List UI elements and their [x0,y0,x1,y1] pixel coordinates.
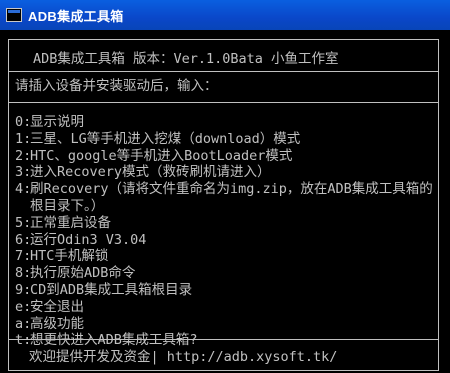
menu-label: 进入Recovery模式（救砖刷机请进入） [30,164,271,181]
console-area[interactable]: ADB集成工具箱 版本：Ver.1.0Bata 小鱼工作室 请插入设备并安装驱动… [0,30,450,373]
divider-bottom [9,339,438,340]
divider-prompt [9,102,438,103]
footer-text: 欢迎提供开发及资金| http://adb.xysoft.tk/ [29,349,338,365]
menu-key: 5: [15,214,32,231]
menu-item-e: e: 安全退出 [15,299,435,316]
menu-key: 4: [15,181,32,198]
menu-item-5: 5: 正常重启设备 [15,215,435,232]
menu-label: 想更快进入ADB集成工具箱? [30,332,198,349]
menu-label: 三星、LG等手机进入挖煤（download）模式 [30,130,301,147]
menu-label: 刷Recovery（请将文件重命名为img.zip，放在ADB集成工具箱的根目录… [30,181,433,214]
header-title: ADB集成工具箱 版本：Ver.1.0Bata 小鱼工作室 [33,51,339,67]
menu-label: 正常重启设备 [30,214,111,231]
menu-item-a: a: 高级功能 [15,316,435,333]
menu-key: e: [15,298,32,315]
window-titlebar[interactable]: ADB集成工具箱 [0,0,450,30]
menu-label: CD到ADB集成工具箱根目录 [30,281,193,298]
menu-key: a: [15,315,32,332]
menu-label: 执行原始ADB命令 [30,265,136,282]
menu-key: 3: [15,164,32,181]
menu-item-2: 2: HTC、google等手机进入BootLoader模式 [15,148,435,165]
menu-label: HTC手机解锁 [30,248,109,265]
divider-top [9,71,438,72]
menu-label: 运行Odin3 V3.04 [30,231,147,248]
menu-key: 1: [15,130,32,147]
menu-key: t: [15,332,32,349]
menu-label: HTC、google等手机进入BootLoader模式 [30,147,293,164]
window-title: ADB集成工具箱 [28,8,124,24]
menu-item-4: 4: 刷Recovery（请将文件重命名为img.zip，放在ADB集成工具箱的… [15,181,435,215]
menu-label: 高级功能 [30,315,84,332]
menu-key: 6: [15,231,32,248]
menu-item-8: 8: 执行原始ADB命令 [15,265,435,282]
menu-key: 0: [15,114,32,130]
menu-key: 9: [15,281,32,298]
menu-item-3: 3: 进入Recovery模式（救砖刷机请进入） [15,164,435,181]
menu-item-6: 6: 运行Odin3 V3.04 [15,232,435,249]
menu-frame: ADB集成工具箱 版本：Ver.1.0Bata 小鱼工作室 请插入设备并安装驱动… [8,39,439,371]
menu-item-1: 1: 三星、LG等手机进入挖煤（download）模式 [15,131,435,148]
menu-label: 安全退出 [30,298,84,315]
menu-item-7: 7: HTC手机解锁 [15,248,435,265]
menu-key: 2: [15,147,32,164]
menu-key: 8: [15,265,32,282]
menu-list: 0: 显示说明 1: 三星、LG等手机进入挖煤（download）模式 2: H… [15,114,435,349]
input-prompt: 请插入设备并安装驱动后，输入： [15,78,218,94]
menu-item-t: t: 想更快进入ADB集成工具箱? [15,332,435,349]
menu-item-9: 9: CD到ADB集成工具箱根目录 [15,282,435,299]
menu-label: 显示说明 [30,114,84,130]
menu-item-0: 0: 显示说明 [15,114,435,131]
console-icon [6,8,22,22]
menu-key: 7: [15,248,32,265]
